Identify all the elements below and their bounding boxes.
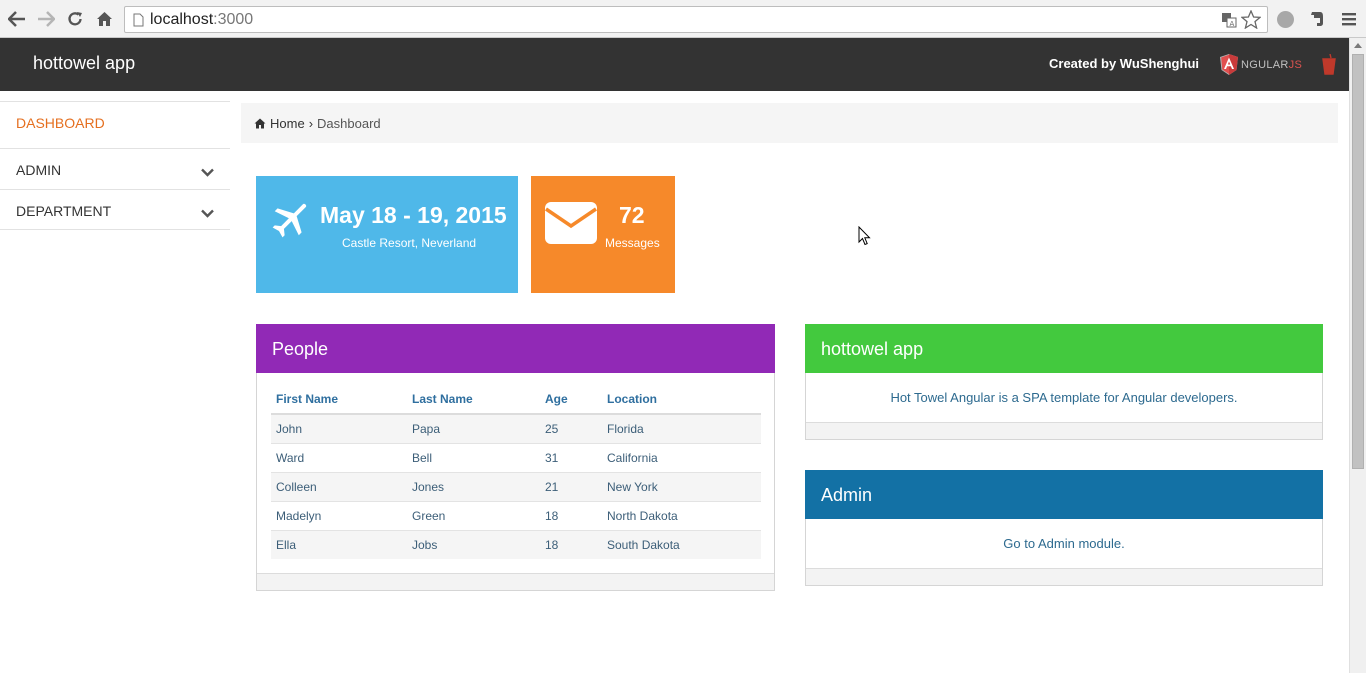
top-navbar: hottowel app Created by WuShenghui NGULA…	[0, 38, 1349, 91]
app-info-text: Hot Towel Angular is a SPA template for …	[890, 390, 1238, 405]
event-location: Castle Resort, Neverland	[342, 236, 477, 250]
extension-circle-icon[interactable]	[1277, 11, 1294, 28]
table-row[interactable]: John Papa 25 Florida	[271, 414, 761, 444]
column-header[interactable]: Age	[540, 386, 602, 415]
envelope-icon	[545, 202, 597, 249]
column-header[interactable]: Location	[602, 386, 761, 415]
sidebar-item-dashboard[interactable]: DASHBOARD	[0, 101, 230, 148]
table-cell: Jones	[407, 472, 540, 502]
people-widget-title: People	[256, 324, 775, 373]
column-header[interactable]: Last Name	[407, 386, 540, 415]
sidebar-item-label: DASHBOARD	[16, 115, 105, 131]
table-cell: California	[602, 443, 761, 473]
sidebar-item-department[interactable]: DEPARTMENT	[0, 189, 230, 230]
sidebar-item-admin[interactable]: ADMIN	[0, 148, 230, 189]
table-header-row: First Name Last Name Age Location	[271, 386, 761, 415]
table-cell: Ella	[271, 530, 407, 559]
table-cell: 18	[540, 530, 602, 559]
chevron-down-icon	[201, 164, 214, 180]
app-info-widget: hottowel app Hot Towel Angular is a SPA …	[805, 324, 1323, 440]
sidebar-item-label: ADMIN	[16, 162, 62, 178]
app-info-widget-title: hottowel app	[805, 324, 1323, 373]
table-cell: 21	[540, 472, 602, 502]
breadcrumb-current: Dashboard	[317, 116, 381, 131]
table-cell: South Dakota	[602, 530, 761, 559]
home-icon	[254, 117, 266, 132]
reload-icon[interactable]	[65, 9, 85, 29]
sidebar-item-label: DEPARTMENT	[16, 203, 112, 219]
svg-text:A: A	[1230, 20, 1235, 28]
angular-wordmark: NGULARJS	[1241, 58, 1303, 71]
messages-count: 72	[619, 202, 645, 228]
table-row[interactable]: Ward Bell 31 California	[271, 443, 761, 473]
bookmark-star-icon[interactable]	[1240, 9, 1262, 34]
table-cell: Bell	[407, 443, 540, 473]
breadcrumb-separator-icon: ›	[308, 116, 314, 131]
table-cell: North Dakota	[602, 501, 761, 531]
address-url: localhost:3000	[150, 11, 254, 28]
scrollbar-thumb[interactable]	[1352, 54, 1364, 469]
admin-widget-title: Admin	[805, 470, 1323, 519]
table-cell: Papa	[407, 414, 540, 444]
table-cell: 25	[540, 414, 602, 444]
table-cell: Florida	[602, 414, 761, 444]
angular-shield-icon	[1220, 54, 1238, 75]
event-tile[interactable]: May 18 - 19, 2015 Castle Resort, Neverla…	[256, 176, 518, 293]
breadcrumb-home-link[interactable]: Home	[270, 116, 305, 131]
plane-icon	[270, 198, 312, 245]
table-cell: Green	[407, 501, 540, 531]
scroll-up-icon[interactable]	[1354, 43, 1362, 48]
chevron-down-icon	[201, 205, 214, 221]
angularjs-logo[interactable]: NGULARJS	[1219, 54, 1302, 75]
table-cell: Colleen	[271, 472, 407, 502]
evernote-extension-icon[interactable]	[1309, 10, 1325, 33]
people-widget: People First Name Last Name Age Location…	[256, 324, 775, 591]
breadcrumb: Home › Dashboard	[241, 103, 1338, 143]
sidebar: DASHBOARD ADMIN DEPARTMENT	[0, 101, 230, 230]
browser-menu-icon[interactable]	[1342, 12, 1356, 31]
table-cell: Jobs	[407, 530, 540, 559]
admin-widget: Admin Go to Admin module.	[805, 470, 1323, 586]
widget-footer	[806, 568, 1322, 585]
table-row[interactable]: Colleen Jones 21 New York	[271, 472, 761, 502]
app-brand[interactable]: hottowel app	[33, 53, 135, 74]
table-cell: New York	[602, 472, 761, 502]
address-bar[interactable]: localhost:3000 A	[124, 6, 1268, 33]
widget-footer	[806, 422, 1322, 439]
admin-module-link[interactable]: Go to Admin module.	[806, 519, 1322, 568]
back-icon[interactable]	[7, 9, 27, 29]
column-header[interactable]: First Name	[271, 386, 407, 415]
vertical-scrollbar[interactable]	[1349, 38, 1366, 673]
event-date: May 18 - 19, 2015	[320, 202, 507, 228]
messages-label: Messages	[605, 236, 660, 250]
browser-toolbar: localhost:3000 A	[0, 0, 1366, 38]
table-cell: John	[271, 414, 407, 444]
table-cell: 31	[540, 443, 602, 473]
widget-footer	[257, 573, 774, 590]
table-row[interactable]: Ella Jobs 18 South Dakota	[271, 530, 761, 559]
home-icon[interactable]	[94, 9, 114, 29]
drink-cup-icon[interactable]	[1322, 53, 1336, 80]
translate-icon[interactable]: A	[1221, 12, 1237, 33]
people-table: First Name Last Name Age Location John P…	[271, 386, 761, 559]
table-cell: 18	[540, 501, 602, 531]
table-cell: Ward	[271, 443, 407, 473]
mouse-cursor-icon	[858, 225, 871, 251]
messages-tile[interactable]: 72 Messages	[531, 176, 675, 293]
table-row[interactable]: Madelyn Green 18 North Dakota	[271, 501, 761, 531]
table-cell: Madelyn	[271, 501, 407, 531]
created-by-text: Created by WuShenghui	[1049, 56, 1199, 71]
page-icon	[133, 13, 144, 32]
forward-icon[interactable]	[36, 9, 56, 29]
